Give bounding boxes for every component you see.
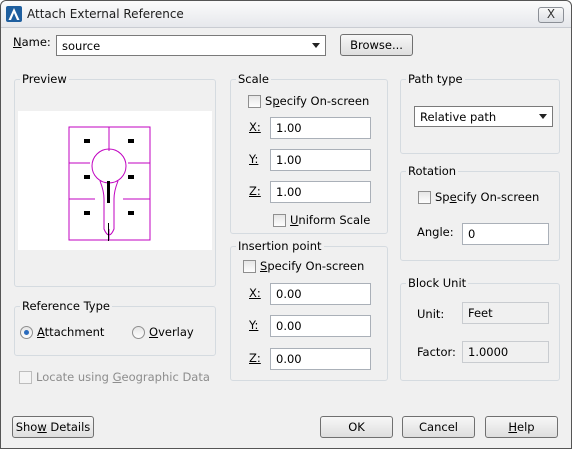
help-button[interactable]: Help — [485, 416, 558, 438]
angle-input[interactable]: 0 — [462, 223, 549, 245]
scale-z-label: Z: — [249, 184, 261, 198]
block-unit-title: Block Unit — [406, 276, 469, 290]
insertion-y-label: Y: — [249, 318, 259, 332]
angle-label: Angle: — [417, 225, 454, 239]
unit-value: Feet — [462, 302, 549, 324]
locate-geographic-checkbox[interactable] — [19, 371, 32, 384]
scale-z-input[interactable]: 1.00 — [270, 181, 371, 203]
overlay-radio[interactable] — [132, 326, 145, 339]
insertion-y-input[interactable]: 0.00 — [270, 315, 371, 337]
cancel-button[interactable]: Cancel — [402, 416, 475, 438]
close-icon: X — [546, 7, 556, 21]
scale-x-input[interactable]: 1.00 — [270, 117, 371, 139]
close-button[interactable]: X — [538, 7, 564, 23]
preview-drawing — [68, 126, 151, 241]
rotation-specify-label[interactable]: Specify On-screen — [435, 190, 539, 204]
chevron-down-icon — [539, 114, 547, 119]
scale-y-input[interactable]: 1.00 — [270, 149, 371, 171]
preview-area — [18, 111, 212, 250]
scale-y-label: Y: — [249, 152, 259, 166]
ok-button[interactable]: OK — [320, 416, 393, 438]
attachment-radio[interactable] — [20, 326, 33, 339]
radio-selected-dot — [24, 330, 29, 335]
autocad-app-icon — [6, 6, 22, 22]
uniform-scale-checkbox[interactable] — [273, 214, 286, 227]
attachment-label[interactable]: Attachment — [37, 325, 104, 339]
scale-specify-checkbox[interactable] — [248, 95, 261, 108]
path-type-value: Relative path — [420, 110, 497, 124]
factor-label: Factor: — [417, 345, 456, 359]
scale-x-label: X: — [249, 120, 261, 134]
insertion-z-input[interactable]: 0.00 — [270, 348, 371, 370]
browse-button[interactable]: Browse... — [340, 34, 413, 56]
insertion-point-title: Insertion point — [236, 239, 324, 253]
name-label: Name: — [13, 35, 51, 49]
path-type-title: Path type — [406, 72, 465, 86]
overlay-label[interactable]: Overlay — [149, 325, 194, 339]
unit-label: Unit: — [417, 307, 445, 321]
title-bar: Attach External Reference X — [1, 1, 571, 28]
locate-geographic-label: Locate using Geographic Data — [36, 370, 210, 384]
insertion-specify-label[interactable]: Specify On-screen — [260, 259, 364, 273]
show-details-button[interactable]: Show Details — [12, 416, 94, 438]
name-dropdown[interactable]: source — [56, 35, 326, 56]
rotation-title: Rotation — [406, 164, 459, 178]
insertion-specify-checkbox[interactable] — [243, 260, 256, 273]
uniform-scale-label[interactable]: Uniform Scale — [290, 213, 370, 227]
preview-title: Preview — [20, 72, 69, 86]
insertion-x-input[interactable]: 0.00 — [270, 283, 371, 305]
name-value: source — [62, 39, 101, 53]
chevron-down-icon — [312, 43, 320, 48]
dialog-window: Attach External Reference X Name: source… — [0, 0, 572, 449]
scale-specify-label[interactable]: Specify On-screen — [265, 94, 369, 108]
insertion-z-label: Z: — [249, 351, 261, 365]
insertion-x-label: X: — [249, 286, 261, 300]
path-type-dropdown[interactable]: Relative path — [414, 106, 553, 127]
block-unit-group — [400, 283, 560, 381]
window-title: Attach External Reference — [27, 7, 184, 21]
factor-value: 1.0000 — [462, 341, 549, 363]
rotation-specify-checkbox[interactable] — [418, 191, 431, 204]
reference-type-title: Reference Type — [20, 299, 112, 313]
scale-title: Scale — [236, 72, 271, 86]
rotation-group — [400, 171, 560, 261]
